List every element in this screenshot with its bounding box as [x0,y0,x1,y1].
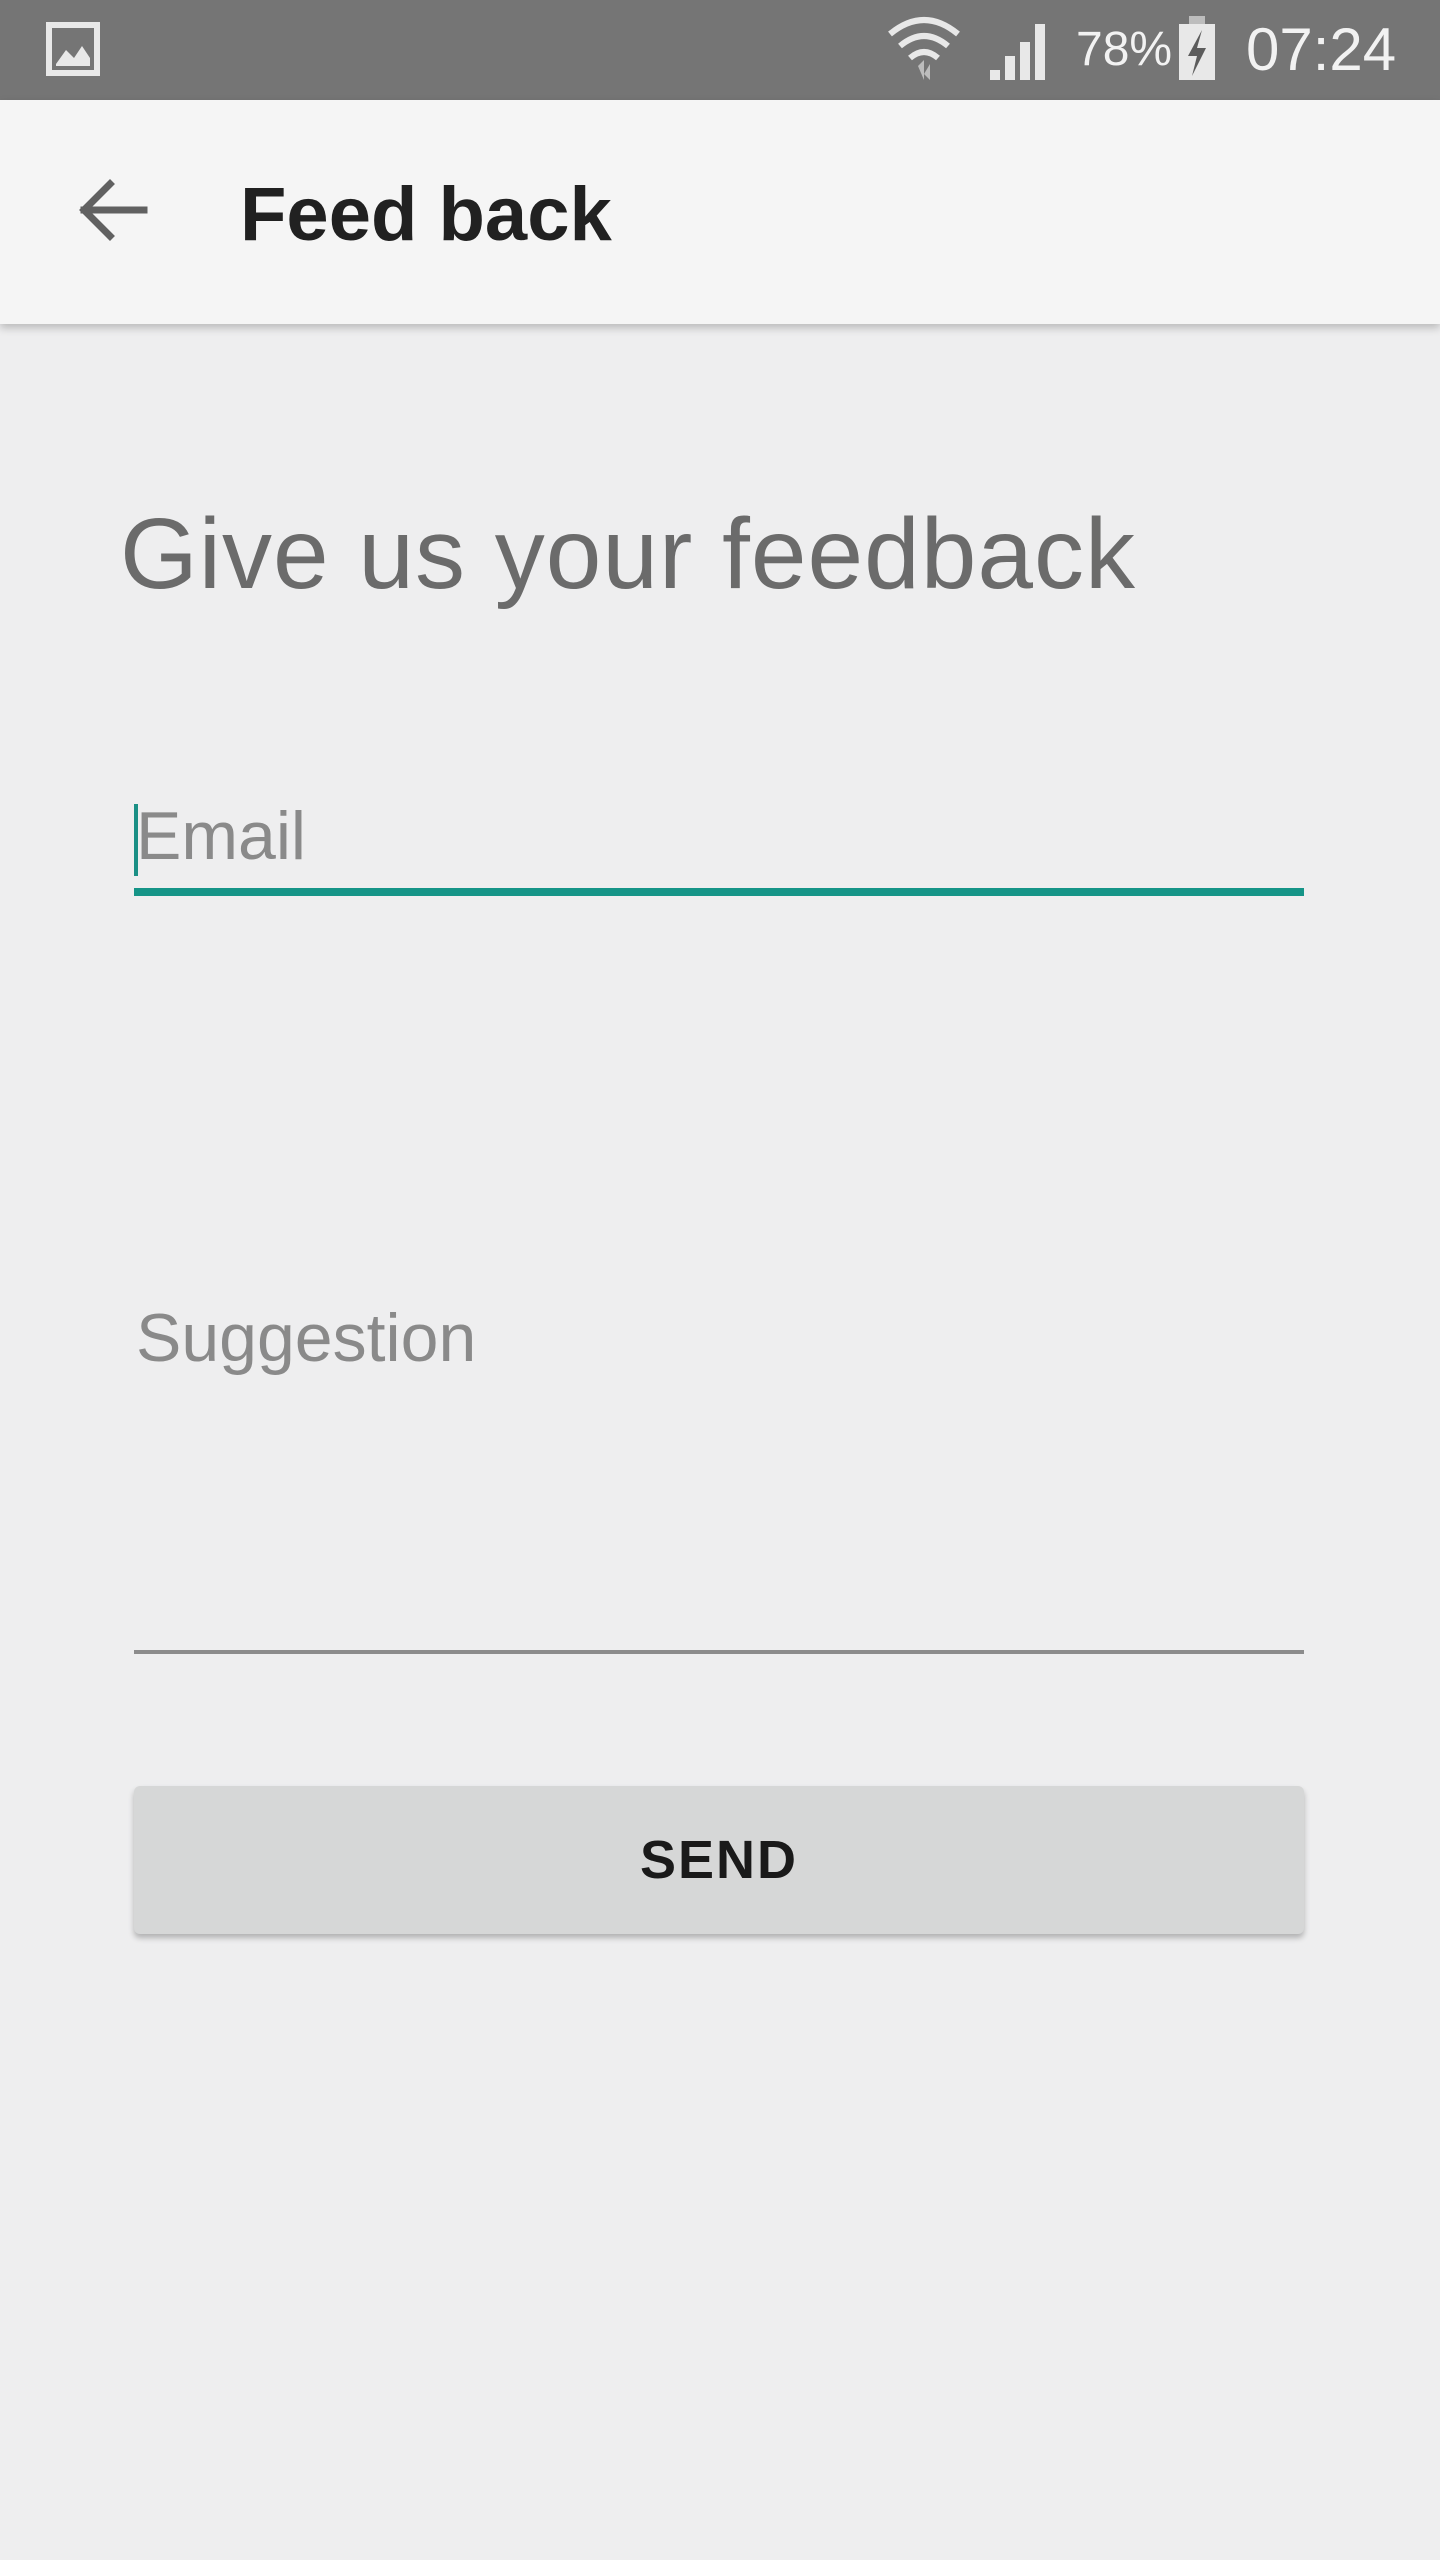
email-field-container [134,784,1304,896]
send-button[interactable]: SEND [134,1786,1304,1934]
suggestion-field-container [134,1264,1304,1654]
cell-signal-icon [988,18,1054,82]
email-underline [134,888,1304,896]
page-title: Feed back [240,172,612,257]
form-heading: Give us your feedback [120,498,1136,610]
back-button[interactable] [58,162,168,262]
feedback-form: Give us your feedback SEND [0,324,1440,2560]
image-icon [46,22,100,76]
battery-percent: 78% [1076,23,1173,76]
arrow-back-icon [78,178,148,247]
app-bar: Feed back [0,100,1440,324]
suggestion-underline [134,1650,1304,1654]
status-bar: 78% 07:24 [0,0,1440,100]
clock: 07:24 [1246,16,1397,83]
battery-charging-icon [1176,14,1218,84]
suggestion-field[interactable] [134,1264,1304,1644]
wifi-icon [886,14,962,84]
text-cursor [134,804,138,876]
email-field[interactable] [134,784,1304,888]
